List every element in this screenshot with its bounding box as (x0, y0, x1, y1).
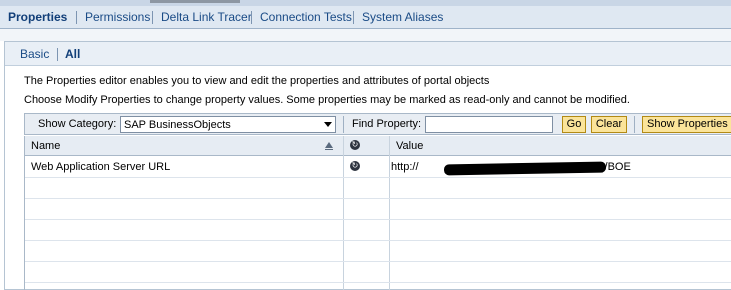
main-tab-bar: Properties Permissions Delta Link Tracer… (0, 6, 731, 29)
category-select[interactable]: SAP BusinessObjects (120, 116, 336, 133)
table-header: Name ↻ Value (25, 136, 731, 156)
tab-connection-tests[interactable]: Connection Tests (260, 10, 352, 25)
tab-separator (76, 11, 77, 24)
tab-separator (152, 11, 153, 24)
property-value-prefix[interactable]: http:// (391, 161, 419, 173)
tab-properties[interactable]: Properties (8, 10, 67, 25)
row-divider (25, 198, 731, 199)
property-name-cell[interactable]: Web Application Server URL (31, 161, 170, 173)
description-line-2: Choose Modify Properties to change prope… (24, 94, 630, 106)
column-header-value[interactable]: Value (396, 140, 423, 152)
inheritance-icon: ↻ (350, 140, 360, 150)
subtab-all[interactable]: All (65, 47, 80, 61)
inheritance-icon: ↻ (350, 161, 360, 171)
properties-table: Name ↻ Value Web Application Server URL … (24, 136, 731, 290)
chevron-down-icon (324, 122, 332, 127)
sub-tab-bar: Basic All (5, 42, 731, 66)
description-line-1: The Properties editor enables you to vie… (24, 75, 490, 87)
tab-gap (0, 29, 731, 41)
clear-button[interactable]: Clear (591, 116, 627, 133)
row-divider (25, 219, 731, 220)
sort-ascending-icon[interactable] (325, 142, 333, 150)
tab-system-aliases[interactable]: System Aliases (362, 10, 443, 25)
column-divider (389, 136, 390, 290)
toolbar-separator (634, 116, 635, 133)
row-divider (25, 177, 731, 178)
property-toolbar: Show Category: SAP BusinessObjects Find … (24, 113, 731, 135)
row-divider (25, 261, 731, 262)
go-button[interactable]: Go (562, 116, 586, 133)
category-select-value: SAP BusinessObjects (124, 119, 231, 131)
tab-separator (353, 11, 354, 24)
tab-separator (251, 11, 252, 24)
top-strip-mark (150, 0, 240, 3)
subtab-separator (57, 48, 58, 61)
column-divider (343, 136, 344, 290)
find-property-input[interactable] (425, 116, 553, 133)
show-properties-button[interactable]: Show Properties (642, 116, 731, 133)
row-divider (25, 240, 731, 241)
tab-permissions[interactable]: Permissions (85, 10, 150, 25)
subtab-basic[interactable]: Basic (20, 47, 49, 61)
tab-delta-link-tracer[interactable]: Delta Link Tracer (161, 10, 252, 25)
find-property-label: Find Property: (352, 118, 422, 130)
column-header-name[interactable]: Name (31, 140, 60, 152)
row-divider (25, 282, 731, 283)
show-category-label: Show Category: (38, 118, 117, 130)
property-value-suffix[interactable]: :8080/BOE (577, 161, 631, 173)
toolbar-separator (343, 116, 344, 133)
